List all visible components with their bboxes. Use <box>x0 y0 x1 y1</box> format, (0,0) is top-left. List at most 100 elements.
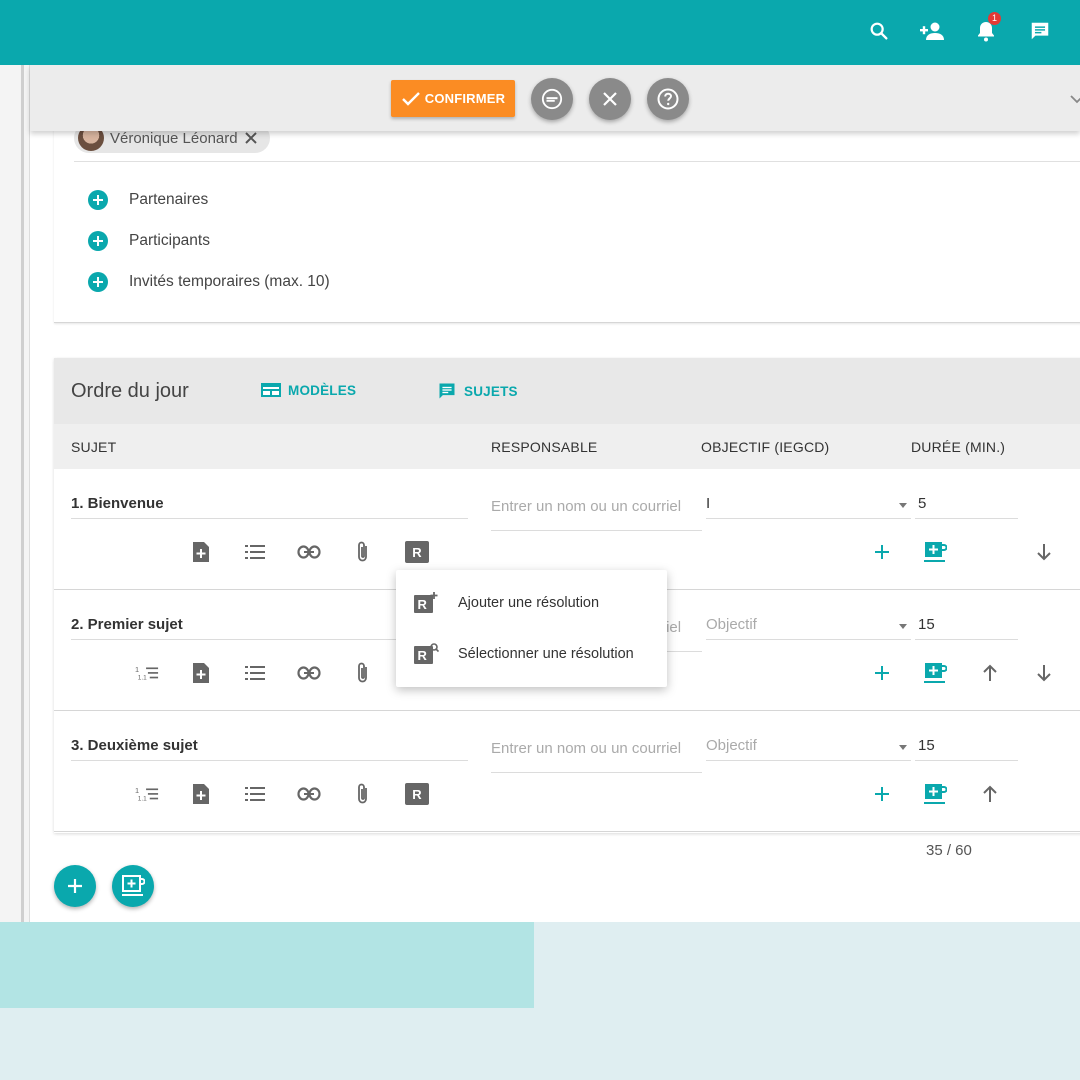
add-guests-label: Invités temporaires (max. 10) <box>129 273 330 290</box>
decorative-block <box>0 922 534 1008</box>
add-circle-icon[interactable] <box>88 272 108 292</box>
add-circle-icon[interactable] <box>88 231 108 251</box>
add-partners-row[interactable]: Partenaires <box>88 190 208 210</box>
minimize-button[interactable] <box>531 78 573 120</box>
agenda-header: Ordre du jour MODÈLES SUJETS <box>54 358 1080 424</box>
add-subtopic-icon[interactable] <box>870 782 894 806</box>
attachment-icon[interactable] <box>351 540 375 564</box>
link-icon[interactable] <box>297 540 321 564</box>
help-icon <box>657 88 679 110</box>
add-resolution-item[interactable]: R Ajouter une résolution <box>396 578 667 628</box>
list-icon[interactable] <box>243 540 267 564</box>
agenda-column-headers: SUJET RESPONSABLE OBJECTIF (IEGCD) DURÉE… <box>54 424 1080 469</box>
resolution-letter: R <box>405 541 429 563</box>
templates-button[interactable]: MODÈLES <box>260 381 356 399</box>
divider <box>74 161 1080 162</box>
duration-total: 35 / 60 <box>926 842 972 859</box>
row-title-text: 1. Bienvenue <box>71 495 164 512</box>
duration-input[interactable]: 15 <box>915 616 1018 640</box>
search-icon[interactable] <box>866 18 892 44</box>
svg-text:1.1: 1.1 <box>138 795 147 802</box>
remove-chip-icon[interactable] <box>244 131 258 145</box>
topics-label: SUJETS <box>464 383 518 399</box>
objective-select[interactable]: Objectif <box>706 737 911 761</box>
add-note-icon[interactable] <box>189 540 213 564</box>
dropdown-caret-icon <box>899 503 907 508</box>
list-icon[interactable] <box>243 782 267 806</box>
resolution-letter: R <box>405 783 429 805</box>
arrow-down-icon[interactable] <box>1032 661 1056 685</box>
resolution-icon[interactable]: R <box>405 782 429 806</box>
row-title-input[interactable]: 1. Bienvenue <box>71 495 468 519</box>
column-objective: OBJECTIF (IEGCD) <box>701 439 830 455</box>
bell-icon[interactable]: 1 <box>973 12 1001 44</box>
add-subtopic-icon[interactable] <box>870 540 894 564</box>
owner-input[interactable]: Entrer un nom ou un courriel <box>491 737 702 773</box>
duration-input[interactable]: 15 <box>915 737 1018 761</box>
arrow-up-icon[interactable] <box>978 782 1002 806</box>
plus-icon <box>68 879 82 893</box>
attachment-icon[interactable] <box>351 782 375 806</box>
add-resolution-icon: R <box>413 591 439 620</box>
arrow-up-icon[interactable] <box>978 661 1002 685</box>
row-title-text: 3. Deuxième sujet <box>71 737 198 754</box>
add-resolution-label: Ajouter une résolution <box>458 595 600 611</box>
dropdown-caret-icon <box>899 624 907 629</box>
add-guests-row[interactable]: Invités temporaires (max. 10) <box>88 272 330 292</box>
row-title-input[interactable]: 3. Deuxième sujet <box>71 737 468 761</box>
svg-text:1: 1 <box>135 786 139 795</box>
agenda-title: Ordre du jour <box>71 380 189 402</box>
objective-value: I <box>706 495 711 512</box>
svg-text:1.1: 1.1 <box>138 674 147 681</box>
add-break-icon[interactable] <box>923 540 947 564</box>
arrow-down-icon[interactable] <box>1032 540 1056 564</box>
select-resolution-icon: R <box>413 642 440 671</box>
close-icon <box>603 92 617 106</box>
attachment-icon[interactable] <box>351 661 375 685</box>
add-participants-row[interactable]: Participants <box>88 231 210 251</box>
add-user-icon[interactable] <box>919 18 945 44</box>
objective-placeholder: Objectif <box>706 737 757 754</box>
add-note-icon[interactable] <box>189 661 213 685</box>
participants-card: Véronique Léonard Partenaires Participan… <box>54 105 1080 323</box>
chat-icon[interactable] <box>1027 18 1053 44</box>
select-resolution-label: Sélectionner une résolution <box>458 646 634 662</box>
add-break-icon[interactable] <box>923 661 947 685</box>
indent-icon[interactable]: 1 1.1 <box>135 782 159 806</box>
notification-badge: 1 <box>988 12 1001 25</box>
select-resolution-item[interactable]: R Sélectionner une résolution <box>396 629 667 679</box>
minus-icon <box>541 88 563 110</box>
add-subtopic-icon[interactable] <box>870 661 894 685</box>
action-bar: CONFIRMER <box>30 65 1080 131</box>
add-participants-label: Participants <box>129 232 210 249</box>
add-topic-button[interactable] <box>54 865 96 907</box>
link-icon[interactable] <box>297 782 321 806</box>
resolution-icon[interactable]: R <box>405 540 429 564</box>
agenda-row: 3. Deuxième sujet Entrer un nom ou un co… <box>54 711 1080 832</box>
topics-icon <box>439 383 455 399</box>
resolution-menu: R Ajouter une résolution R Sélectionner … <box>396 570 667 687</box>
svg-text:1: 1 <box>135 665 139 674</box>
add-partners-label: Partenaires <box>129 191 209 208</box>
confirm-label: CONFIRMER <box>424 91 506 106</box>
list-icon[interactable] <box>243 661 267 685</box>
add-circle-icon[interactable] <box>88 190 108 210</box>
help-button[interactable] <box>647 78 689 120</box>
add-note-icon[interactable] <box>189 782 213 806</box>
indent-icon[interactable]: 1 1.1 <box>135 661 159 685</box>
owner-input[interactable]: Entrer un nom ou un courriel <box>491 495 702 531</box>
chevron-down-icon[interactable] <box>1070 91 1080 109</box>
objective-select[interactable]: I <box>706 495 911 519</box>
duration-input[interactable]: 5 <box>915 495 1018 519</box>
link-icon[interactable] <box>297 661 321 685</box>
templates-icon <box>261 383 281 397</box>
add-break-button[interactable] <box>112 865 154 907</box>
close-button[interactable] <box>589 78 631 120</box>
objective-select[interactable]: Objectif <box>706 616 911 640</box>
topics-button[interactable]: SUJETS <box>436 381 518 401</box>
participant-name: Véronique Léonard <box>110 129 238 147</box>
confirm-button[interactable]: CONFIRMER <box>391 80 515 117</box>
add-break-icon[interactable] <box>923 782 947 806</box>
column-subject: SUJET <box>71 439 117 455</box>
dropdown-caret-icon <box>899 745 907 750</box>
